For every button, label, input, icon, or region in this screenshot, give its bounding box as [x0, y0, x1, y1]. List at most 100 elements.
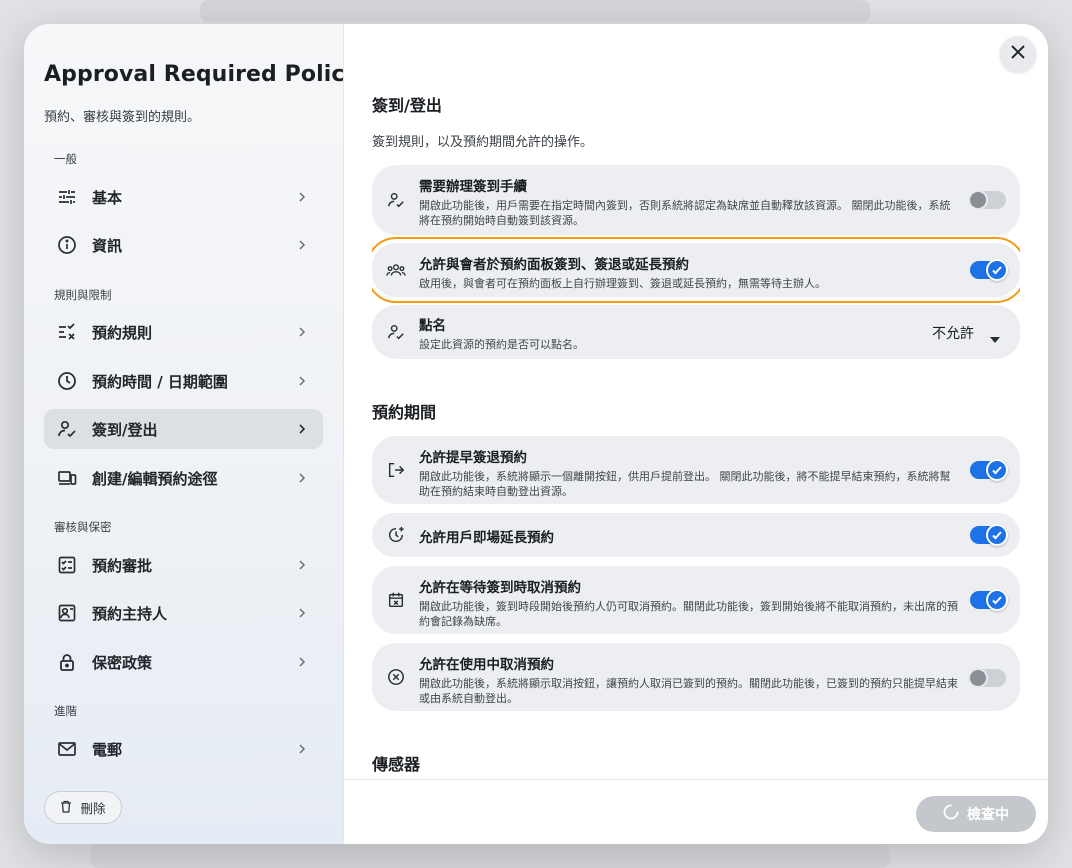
- setting-title: 允許在使用中取消預約: [419, 657, 554, 673]
- policy-dialog: Approval Required Policy 預約、審核與簽到的規則。 一般…: [24, 24, 1048, 844]
- chevron-right-icon: [295, 324, 309, 343]
- logout-icon: [386, 460, 406, 480]
- sidebar-item-time-range[interactable]: 預約時間 / 日期範圍: [44, 361, 323, 401]
- setting-card-require-checkin: 需要辦理簽到手續 開啟此功能後，用戶需要在指定時間內簽到，否則系統將認定為缺席並…: [372, 165, 1020, 235]
- delete-button[interactable]: 刪除: [44, 791, 122, 824]
- calendar-x-icon: [386, 590, 406, 610]
- setting-title: 需要辦理簽到手續: [419, 179, 527, 195]
- trash-icon: [60, 800, 72, 816]
- sidebar-item-privacy[interactable]: 保密政策: [44, 642, 323, 682]
- setting-desc: 開啟此功能後，系統將顯示取消按鈕，讓預約人取消已簽到的預約。關閉此功能後，已簽到…: [419, 677, 958, 705]
- sidebar: Approval Required Policy 預約、審核與簽到的規則。 一般…: [24, 24, 359, 844]
- sidebar-item-label: 保密政策: [92, 653, 153, 672]
- dialog-title: Approval Required Policy: [44, 62, 359, 87]
- sidebar-item-label: 電郵: [92, 740, 123, 759]
- setting-desc: 開啟此功能後，用戶需要在指定時間內簽到，否則系統將認定為缺席並自動釋放該資源。 …: [419, 199, 951, 227]
- sidebar-item-label: 簽到/登出: [92, 420, 158, 439]
- check-icon: [986, 259, 1008, 281]
- extend-toggle[interactable]: [970, 524, 1008, 546]
- check-icon: [986, 459, 1008, 481]
- cancel-waiting-toggle[interactable]: [970, 589, 1008, 611]
- info-icon: [56, 234, 78, 256]
- chevron-right-icon: [295, 470, 309, 489]
- settings-panel: 簽到/登出 簽到規則，以及預約期間允許的操作。 需要辦理簽到手續 開啟此功能後，…: [344, 24, 1048, 844]
- setting-desc: 開啟此功能後，系統將顯示一個離開按鈕，供用戶提前登出。 關閉此功能後，將不能提早…: [419, 470, 951, 498]
- sidebar-item-label: 預約時間 / 日期範圍: [92, 372, 228, 391]
- delete-label: 刪除: [80, 801, 106, 816]
- roll-call-select[interactable]: 不允許: [932, 323, 974, 343]
- chevron-right-icon: [295, 189, 309, 208]
- setting-card-early-checkout: 允許提早簽退預約 開啟此功能後，系統將顯示一個離開按鈕，供用戶提前登出。 關閉此…: [372, 436, 1020, 504]
- section-rules: 規則與限制: [54, 288, 112, 302]
- rule-checklist-icon: [56, 321, 78, 343]
- setting-title: 允許用戶即場延長預約: [419, 530, 554, 546]
- sidebar-item-label: 預約審批: [92, 556, 153, 575]
- setting-card-cancel-in-use: 允許在使用中取消預約 開啟此功能後，系統將顯示取消按鈕，讓預約人取消已簽到的預約…: [372, 643, 1020, 711]
- setting-desc: 開啟此功能後，簽到時段開始後預約人仍可取消預約。關閉此功能後，簽到開始後將不能取…: [419, 600, 958, 628]
- sidebar-item-booking-rules[interactable]: 預約規則: [44, 312, 323, 352]
- section-review: 審核與保密: [54, 520, 112, 534]
- circle-x-icon: [386, 667, 406, 687]
- check-button[interactable]: 檢查中: [916, 796, 1036, 832]
- setting-desc: 設定此資源的預約是否可以點名。: [419, 338, 584, 351]
- person-check-icon: [386, 322, 406, 342]
- chevron-right-icon: [295, 421, 309, 440]
- settings-scroll-area[interactable]: 簽到/登出 簽到規則，以及預約期間允許的操作。 需要辦理簽到手續 開啟此功能後，…: [372, 24, 1020, 779]
- section-title-sensor: 傳感器: [372, 755, 421, 774]
- sidebar-item-label: 預約主持人: [92, 604, 168, 623]
- sidebar-item-host[interactable]: 預約主持人: [44, 593, 323, 633]
- dialog-subtitle: 預約、審核與簽到的規則。: [44, 110, 201, 125]
- setting-desc: 啟用後，與會者可在預約面板上自行辦理簽到、簽退或延長預約，無需等待主辦人。: [419, 277, 826, 290]
- setting-title: 允許與會者於預約面板簽到、簽退或延長預約: [419, 257, 689, 273]
- lock-icon: [56, 651, 78, 673]
- cancel-in-use-toggle[interactable]: [968, 668, 1006, 688]
- chevron-right-icon: [295, 605, 309, 624]
- caret-down-icon[interactable]: [990, 328, 1000, 347]
- setting-card-roll-call: 點名 設定此資源的預約是否可以點名。 不允許: [372, 305, 1020, 359]
- section-title-checkin: 簽到/登出: [372, 96, 442, 115]
- clock-plus-icon: [386, 525, 406, 545]
- section-desc-checkin: 簽到規則，以及預約期間允許的操作。: [372, 135, 594, 150]
- setting-title: 允許提早簽退預約: [419, 450, 527, 466]
- sidebar-item-info[interactable]: 資訊: [44, 225, 323, 265]
- early-checkout-toggle[interactable]: [970, 459, 1008, 481]
- person-check-icon: [56, 418, 78, 440]
- check-button-label: 檢查中: [967, 807, 1009, 823]
- sidebar-item-label: 資訊: [92, 236, 123, 255]
- require-checkin-toggle[interactable]: [968, 190, 1006, 210]
- setting-title: 允許在等待簽到時取消預約: [419, 580, 581, 596]
- chevron-right-icon: [295, 557, 309, 576]
- group-icon: [386, 260, 406, 280]
- check-icon: [986, 589, 1008, 611]
- sidebar-item-channels[interactable]: 創建/編輯預約途徑: [44, 458, 323, 498]
- setting-card-panel-checkin: 允許與會者於預約面板簽到、簽退或延長預約 啟用後，與會者可在預約面板上自行辦理簽…: [372, 237, 1020, 303]
- sidebar-item-label: 預約規則: [92, 323, 153, 342]
- sidebar-item-checkin[interactable]: 簽到/登出: [44, 409, 323, 449]
- section-advanced: 進階: [54, 704, 77, 718]
- sidebar-item-basic[interactable]: 基本: [44, 177, 323, 217]
- sliders-icon: [56, 186, 78, 208]
- setting-card-extend: 允許用戶即場延長預約: [372, 513, 1020, 557]
- mail-icon: [56, 738, 78, 760]
- sidebar-item-label: 創建/編輯預約途徑: [92, 469, 218, 488]
- chevron-right-icon: [295, 373, 309, 392]
- chevron-right-icon: [295, 237, 309, 256]
- spinner-icon: [943, 804, 959, 824]
- setting-card-cancel-waiting: 允許在等待簽到時取消預約 開啟此功能後，簽到時段開始後預約人仍可取消預約。關閉此…: [372, 566, 1020, 634]
- clock-icon: [56, 370, 78, 392]
- setting-title: 點名: [419, 318, 446, 334]
- approval-list-icon: [56, 554, 78, 576]
- devices-icon: [56, 467, 78, 489]
- background-bar: [90, 845, 890, 868]
- section-general: 一般: [54, 152, 77, 166]
- background-bar: [200, 0, 870, 22]
- panel-checkin-toggle[interactable]: [970, 259, 1008, 281]
- person-check-icon: [386, 190, 406, 210]
- section-title-period: 預約期間: [372, 403, 437, 422]
- dialog-footer: 檢查中: [344, 779, 1048, 844]
- sidebar-item-label: 基本: [92, 188, 123, 207]
- check-icon: [986, 524, 1008, 546]
- sidebar-item-email[interactable]: 電郵: [44, 729, 323, 769]
- chevron-right-icon: [295, 654, 309, 673]
- sidebar-item-approval[interactable]: 預約審批: [44, 545, 323, 585]
